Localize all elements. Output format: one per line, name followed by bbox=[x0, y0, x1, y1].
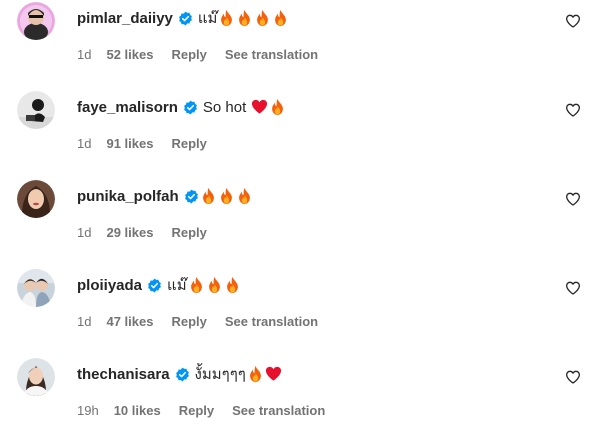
fire-icon bbox=[269, 98, 286, 116]
fire-icon bbox=[236, 187, 253, 205]
timestamp[interactable]: 1d bbox=[77, 136, 91, 151]
comment-text: แม๊ bbox=[197, 10, 218, 27]
reply-button[interactable]: Reply bbox=[179, 403, 214, 418]
avatar[interactable] bbox=[17, 91, 55, 129]
comment-meta: 1d 47 likes Reply See translation bbox=[77, 312, 318, 330]
heart-outline-icon[interactable] bbox=[565, 13, 581, 29]
comment-meta: 1d 52 likes Reply See translation bbox=[77, 45, 318, 63]
comment-meta: 19h 10 likes Reply See translation bbox=[77, 401, 325, 419]
username[interactable]: ploiiyada bbox=[77, 277, 142, 294]
see-translation-button[interactable]: See translation bbox=[225, 314, 318, 329]
verified-badge-icon bbox=[178, 11, 193, 26]
comment-text: งั้มมๆๆๆ bbox=[194, 366, 246, 383]
verified-badge-icon bbox=[147, 278, 162, 293]
avatar[interactable] bbox=[17, 2, 55, 40]
comment-meta: 1d 91 likes Reply bbox=[77, 134, 207, 152]
timestamp[interactable]: 1d bbox=[77, 314, 91, 329]
comment-content: punika_polfah bbox=[77, 184, 254, 208]
heart-outline-icon[interactable] bbox=[565, 102, 581, 118]
heart-outline-icon[interactable] bbox=[565, 280, 581, 296]
comment-content: faye_malisorn So hot bbox=[77, 95, 287, 119]
like-count[interactable]: 29 likes bbox=[106, 225, 153, 240]
see-translation-button[interactable]: See translation bbox=[232, 403, 325, 418]
emoji-group bbox=[251, 98, 287, 116]
emoji-group bbox=[188, 276, 242, 294]
avatar[interactable] bbox=[17, 269, 55, 307]
avatar[interactable] bbox=[17, 358, 55, 396]
avatar[interactable] bbox=[17, 180, 55, 218]
comment: punika_polfah 1d 29 likes Reply bbox=[0, 178, 595, 267]
reply-button[interactable]: Reply bbox=[171, 47, 206, 62]
like-count[interactable]: 91 likes bbox=[106, 136, 153, 151]
heart-outline-icon[interactable] bbox=[565, 191, 581, 207]
comment-content: thechanisara งั้มมๆๆๆ bbox=[77, 362, 283, 386]
like-count[interactable]: 10 likes bbox=[114, 403, 161, 418]
fire-icon bbox=[254, 9, 271, 27]
comment-text: แม๊ bbox=[167, 277, 187, 294]
emoji-group bbox=[218, 9, 290, 27]
comment: thechanisara งั้มมๆๆๆ 19h 10 likes Reply… bbox=[0, 356, 595, 445]
fire-icon bbox=[247, 365, 264, 383]
username[interactable]: pimlar_daiiyy bbox=[77, 10, 173, 27]
comment-meta: 1d 29 likes Reply bbox=[77, 223, 207, 241]
verified-badge-icon bbox=[184, 189, 199, 204]
username[interactable]: punika_polfah bbox=[77, 188, 179, 205]
heart-outline-icon[interactable] bbox=[565, 369, 581, 385]
see-translation-button[interactable]: See translation bbox=[225, 47, 318, 62]
comment-content: ploiiyada แม๊ bbox=[77, 273, 242, 297]
username[interactable]: thechanisara bbox=[77, 366, 170, 383]
emoji-group bbox=[247, 365, 283, 383]
fire-icon bbox=[218, 187, 235, 205]
comment: ploiiyada แม๊ 1d 47 likes Reply See tran… bbox=[0, 267, 595, 356]
emoji-group bbox=[200, 187, 254, 205]
verified-badge-icon bbox=[183, 100, 198, 115]
comment: pimlar_daiiyy แม๊ 1d 52 likes Reply See … bbox=[0, 0, 595, 89]
timestamp[interactable]: 1d bbox=[77, 47, 91, 62]
fire-icon bbox=[188, 276, 205, 294]
reply-button[interactable]: Reply bbox=[171, 136, 206, 151]
comment-text: So hot bbox=[202, 98, 247, 116]
timestamp[interactable]: 1d bbox=[77, 225, 91, 240]
reply-button[interactable]: Reply bbox=[171, 225, 206, 240]
verified-badge-icon bbox=[175, 367, 190, 382]
timestamp[interactable]: 19h bbox=[77, 403, 99, 418]
like-count[interactable]: 47 likes bbox=[106, 314, 153, 329]
red-heart-icon bbox=[265, 365, 282, 383]
reply-button[interactable]: Reply bbox=[171, 314, 206, 329]
fire-icon bbox=[218, 9, 235, 27]
fire-icon bbox=[272, 9, 289, 27]
fire-icon bbox=[200, 187, 217, 205]
username[interactable]: faye_malisorn bbox=[77, 99, 178, 116]
red-heart-icon bbox=[251, 98, 268, 116]
fire-icon bbox=[236, 9, 253, 27]
comment-content: pimlar_daiiyy แม๊ bbox=[77, 6, 290, 30]
comment: faye_malisorn So hot 1d 91 likes Reply bbox=[0, 89, 595, 178]
fire-icon bbox=[206, 276, 223, 294]
fire-icon bbox=[224, 276, 241, 294]
like-count[interactable]: 52 likes bbox=[106, 47, 153, 62]
